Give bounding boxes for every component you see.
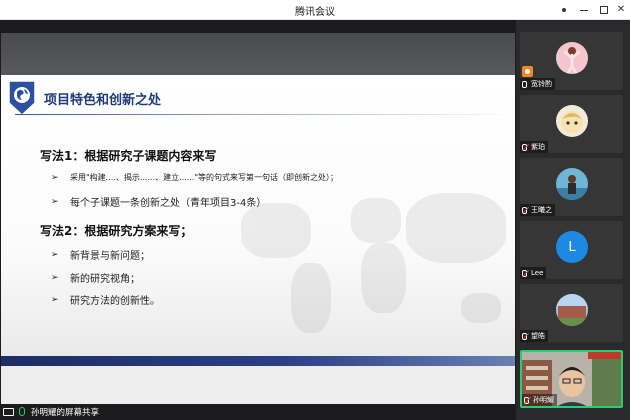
presentation-slide: 项目特色和创新之处 写法1：根据研究子课题内容来写 ➢ 采用"构建....、揭示… [1, 33, 515, 404]
maximize-button[interactable] [596, 2, 612, 18]
bullet-text: 研究方法的创新性。 [70, 296, 160, 307]
bullet-text: 新背景与新问题； [70, 251, 150, 262]
method1-heading: 写法1：根据研究子课题内容来写 [40, 149, 217, 163]
avatar-letter: L [568, 239, 576, 255]
screen-share-label: 孙明耀的屏幕共享 [31, 407, 100, 418]
participant-tile[interactable]: L Lee [520, 221, 623, 279]
method1-bullet: ➢ 每个子课题一条创新之处（青年项目3-4条） [51, 194, 267, 210]
participant-name: 紫珀 [531, 143, 545, 151]
participant-nametag: 宽铃酌 [520, 78, 555, 90]
avatar [556, 294, 588, 326]
slide-bottom-band [1, 362, 515, 404]
participant-tile[interactable]: 紫珀 [520, 95, 623, 153]
mic-icon [522, 80, 527, 88]
slide-footer-bar [1, 356, 515, 366]
mic-muted-icon [522, 206, 527, 214]
participant-name: 宽铃酌 [531, 80, 552, 88]
arrow-bullet-icon: ➢ [51, 294, 59, 305]
pin-icon[interactable] [556, 2, 572, 18]
mic-muted-icon [522, 332, 527, 340]
participant-tile[interactable]: 望皓 [520, 284, 623, 342]
window-title: 腾讯会议 [295, 7, 335, 18]
mic-icon [19, 407, 25, 416]
mic-muted-icon [522, 269, 527, 277]
arrow-bullet-icon: ➢ [51, 196, 59, 207]
screen-share-status[interactable]: 孙明耀的屏幕共享 [0, 403, 180, 420]
method2-bullet: ➢ 新背景与新问题； [51, 247, 150, 263]
screen-share-icon [3, 407, 14, 416]
participant-tile[interactable]: 王曦之 [520, 158, 623, 216]
minimize-button[interactable] [576, 2, 592, 18]
arrow-bullet-icon: ➢ [51, 249, 59, 260]
world-map-watermark [231, 183, 515, 363]
mic-muted-icon [524, 396, 529, 404]
participant-nametag: 孙明耀 [522, 394, 557, 406]
method2-bullet: ➢ 研究方法的创新性。 [51, 292, 160, 308]
participant-name: 望皓 [531, 332, 545, 340]
participant-name: Lee [531, 269, 544, 277]
title-bar: 腾讯会议 ✕ [0, 0, 630, 20]
host-icon [522, 66, 533, 77]
globe-badge-icon [8, 81, 36, 115]
slide-top-band [1, 33, 515, 75]
mic-muted-icon [522, 143, 527, 151]
method1-bullet: ➢ 采用"构建....、揭示......、建立......"等的句式来写第一句话… [51, 172, 338, 183]
arrow-bullet-icon: ➢ [51, 272, 59, 283]
participant-nametag: 王曦之 [520, 204, 555, 216]
participant-tile-active[interactable]: 孙明耀 [520, 350, 623, 408]
shared-screen-area: 项目特色和创新之处 写法1：根据研究子课题内容来写 ➢ 采用"构建....、揭示… [0, 20, 516, 420]
participant-nametag: Lee [520, 267, 547, 279]
avatar: L [556, 231, 588, 263]
title-underline [15, 114, 515, 115]
method2-heading: 写法2：根据研究方案来写； [40, 224, 193, 238]
bullet-text: 采用"构建....、揭示......、建立......"等的句式来写第一句话（即… [70, 173, 339, 182]
arrow-bullet-icon: ➢ [51, 172, 59, 183]
participant-nametag: 望皓 [520, 330, 548, 342]
method2-bullet: ➢ 新的研究视角； [51, 270, 140, 286]
avatar [556, 42, 588, 74]
participant-name: 孙明耀 [533, 396, 554, 404]
avatar [556, 105, 588, 137]
participant-nametag: 紫珀 [520, 141, 548, 153]
bullet-text: 每个子课题一条创新之处（青年项目3-4条） [70, 198, 267, 209]
participant-name: 王曦之 [531, 206, 552, 214]
close-button[interactable]: ✕ [613, 2, 629, 18]
bullet-text: 新的研究视角； [70, 274, 140, 285]
participant-tile[interactable]: 宽铃酌 [520, 32, 623, 90]
avatar [556, 168, 588, 200]
slide-title: 项目特色和创新之处 [44, 93, 162, 108]
meeting-window: 腾讯会议 ✕ 项目特色和创新之处 写法1：根据研究子课题内容来写 ➢ 采用"构建… [0, 0, 630, 420]
